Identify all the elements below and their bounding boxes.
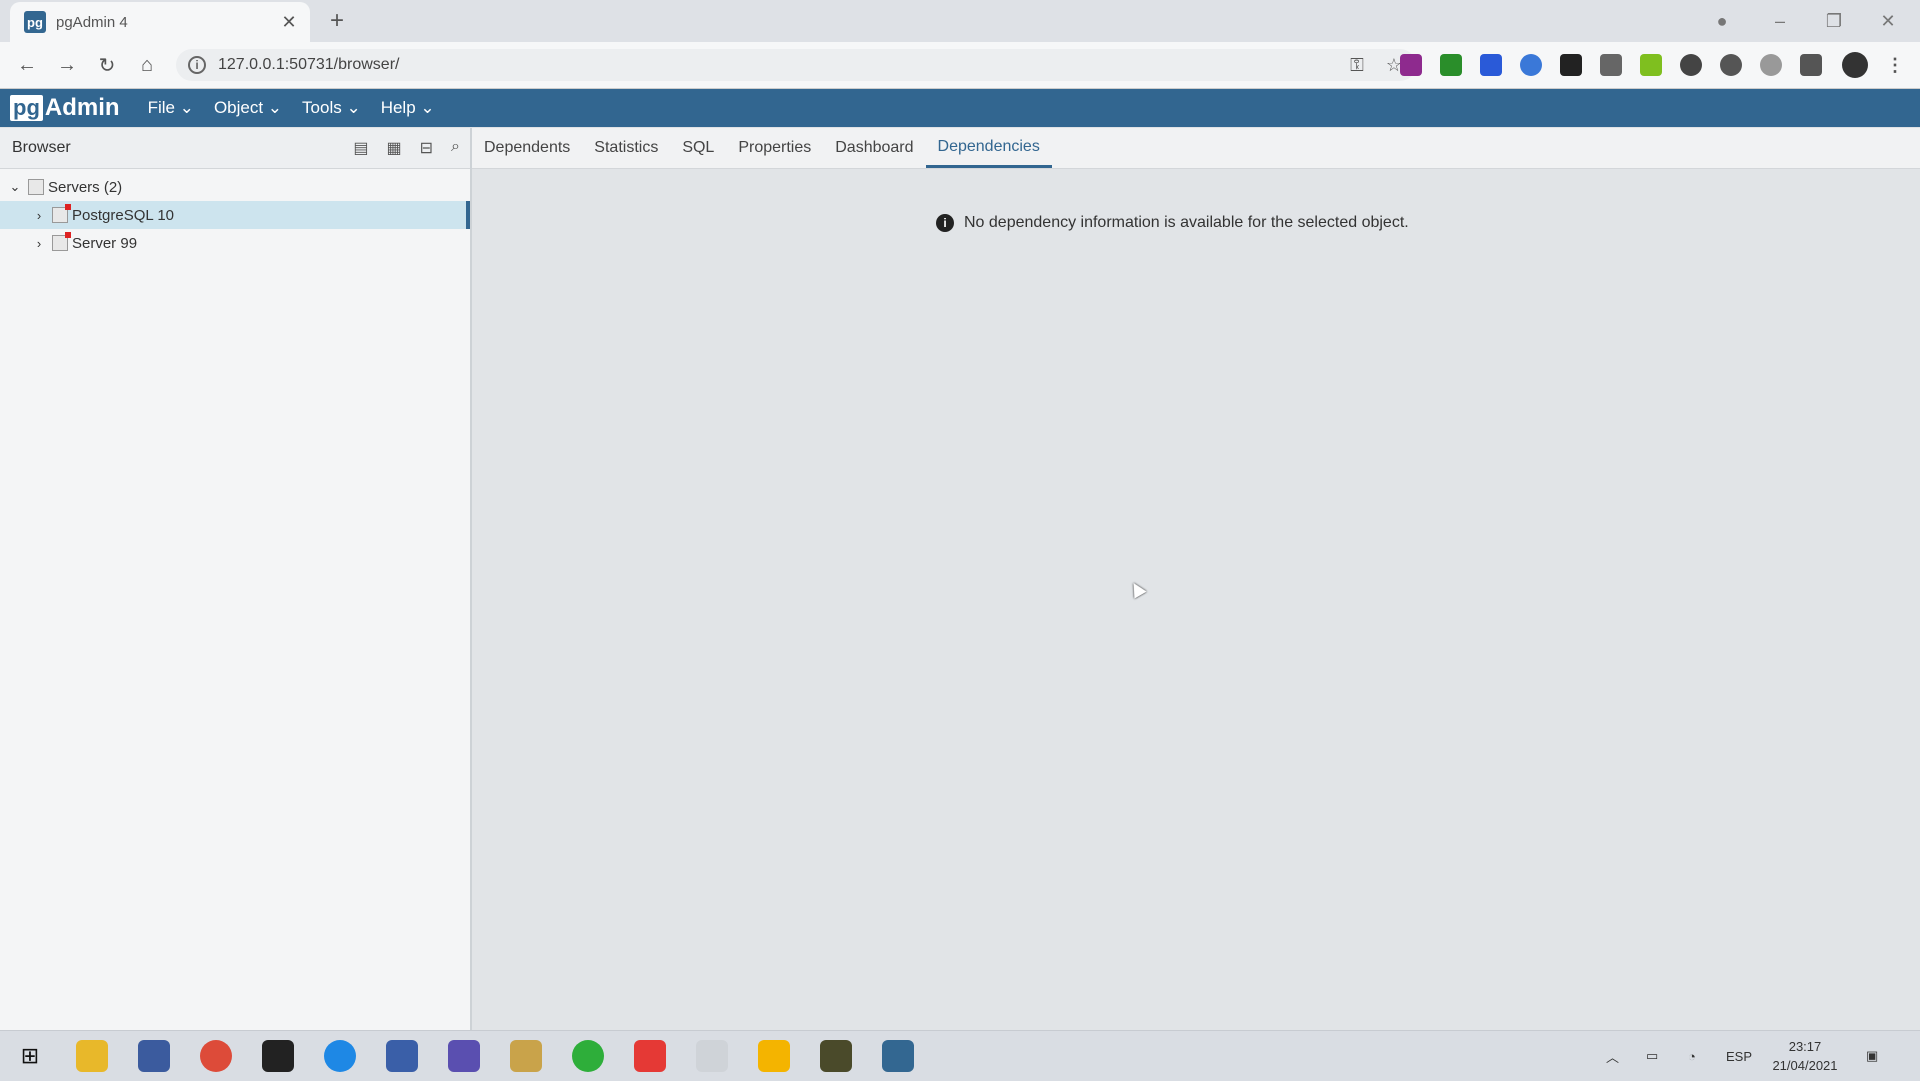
- chrome-icon[interactable]: [200, 1040, 232, 1072]
- close-tab-icon[interactable]: ✕: [278, 11, 300, 33]
- battery-icon[interactable]: ▭: [1646, 1031, 1658, 1081]
- home-icon[interactable]: ⌂: [134, 52, 160, 78]
- tray-chevron-icon[interactable]: ︿: [1606, 1031, 1619, 1081]
- extension-icon-7[interactable]: [1640, 54, 1662, 76]
- menu-tools[interactable]: Tools ⌄: [302, 98, 361, 118]
- extension-icon-2[interactable]: [1440, 54, 1462, 76]
- site-info-icon[interactable]: i: [188, 56, 206, 74]
- start-icon[interactable]: ⊞: [14, 1040, 46, 1072]
- close-window-icon[interactable]: ✕: [1870, 0, 1906, 42]
- server-disconnected-icon: [52, 232, 71, 251]
- forward-icon[interactable]: →: [54, 52, 80, 78]
- extension-icon-1[interactable]: [1400, 54, 1422, 76]
- menu-help[interactable]: Help ⌄: [381, 98, 435, 118]
- tree-node-label: PostgreSQL 10: [72, 206, 175, 224]
- browser-tab[interactable]: pg pgAdmin 4 ✕: [10, 2, 310, 42]
- menu-file[interactable]: File ⌄: [148, 98, 194, 118]
- extension-icon-9[interactable]: [1720, 54, 1742, 76]
- extension-icon-3[interactable]: [1480, 54, 1502, 76]
- tab-dependents[interactable]: Dependents: [472, 128, 582, 168]
- notifications-icon[interactable]: ▣: [1866, 1031, 1878, 1081]
- tab-properties[interactable]: Properties: [726, 128, 823, 168]
- tab-dependencies[interactable]: Dependencies: [925, 128, 1052, 168]
- extension-icon-8[interactable]: [1680, 54, 1702, 76]
- info-icon: i: [936, 214, 954, 232]
- chevron-down-icon[interactable]: ⌄: [6, 179, 24, 195]
- profile-icon[interactable]: ●: [1704, 0, 1740, 42]
- clock-date: 21/04/2021: [1772, 1058, 1838, 1073]
- pgadmin-navbar: pg Admin File ⌄ Object ⌄ Tools ⌄ Help ⌄: [0, 89, 1920, 127]
- tree-node-label: Servers (2): [48, 178, 123, 196]
- app-icon-green[interactable]: [572, 1040, 604, 1072]
- app-icon-hex[interactable]: [758, 1040, 790, 1072]
- view-data-icon[interactable]: ▦: [387, 138, 402, 158]
- url-text: 127.0.0.1:50731/browser/: [218, 56, 400, 73]
- search-icon[interactable]: ⌕: [451, 138, 460, 158]
- content-panel: Dependents Statistics SQL Properties Das…: [472, 128, 1920, 1030]
- tree-node-postgresql-10[interactable]: › PostgreSQL 10: [0, 201, 470, 229]
- app-icon-chat[interactable]: [696, 1040, 728, 1072]
- chevron-right-icon[interactable]: ›: [30, 208, 48, 223]
- clock-time: 23:17: [1788, 1039, 1822, 1054]
- content-tabs: Dependents Statistics SQL Properties Das…: [472, 128, 1920, 169]
- tab-sql[interactable]: SQL: [670, 128, 726, 168]
- terminal-icon[interactable]: [262, 1040, 294, 1072]
- url-field[interactable]: i 127.0.0.1:50731/browser/ ⚿ ☆: [176, 49, 1416, 81]
- address-bar: ← → ↻ ⌂ i 127.0.0.1:50731/browser/ ⚿ ☆ ⋮: [0, 42, 1920, 89]
- taskbar: ⊞ ︿ ▭ ◔ ESP 23:17 21/04/2021 ▣: [0, 1030, 1920, 1081]
- server-group-icon: [28, 179, 44, 195]
- extension-icon-10[interactable]: [1760, 54, 1782, 76]
- app-icon-tools[interactable]: [510, 1040, 542, 1072]
- language-indicator[interactable]: ESP: [1726, 1031, 1752, 1081]
- filter-rows-icon[interactable]: ⊟: [420, 138, 433, 158]
- app-icon-tag[interactable]: [820, 1040, 852, 1072]
- avatar[interactable]: [1842, 52, 1868, 78]
- app-icon-network[interactable]: [448, 1040, 480, 1072]
- browser-panel: Browser ▤ ▦ ⊟ ⌕ ⌄ Servers (2) › PostgreS…: [0, 128, 472, 1030]
- menu-object[interactable]: Object ⌄: [214, 98, 282, 118]
- extension-icon-5[interactable]: [1560, 54, 1582, 76]
- main-menu: File ⌄ Object ⌄ Tools ⌄ Help ⌄: [148, 98, 455, 118]
- browser-panel-header: Browser ▤ ▦ ⊟ ⌕: [0, 128, 470, 169]
- new-tab-icon[interactable]: +: [324, 7, 350, 34]
- logo-pg: pg: [10, 95, 43, 121]
- object-tree: ⌄ Servers (2) › PostgreSQL 10 › Server 9…: [0, 169, 470, 257]
- tab-dashboard[interactable]: Dashboard: [823, 128, 925, 168]
- security-app-icon[interactable]: [138, 1040, 170, 1072]
- extension-icon-4[interactable]: [1520, 54, 1542, 76]
- browser-panel-title: Browser: [12, 139, 71, 156]
- logo-admin: Admin: [44, 94, 120, 121]
- query-tool-icon[interactable]: ▤: [353, 138, 368, 158]
- network-icon[interactable]: ◔: [1688, 1031, 1696, 1081]
- tab-title: pgAdmin 4: [56, 13, 128, 31]
- edge-icon[interactable]: [324, 1040, 356, 1072]
- pgadmin-favicon: pg: [24, 11, 46, 33]
- pgadmin-taskbar-icon[interactable]: [882, 1040, 914, 1072]
- minimize-icon[interactable]: –: [1762, 0, 1798, 42]
- tree-node-servers[interactable]: ⌄ Servers (2): [0, 173, 470, 201]
- virtualbox-icon[interactable]: [386, 1040, 418, 1072]
- info-message: i No dependency information is available…: [936, 214, 1409, 232]
- tree-node-label: Server 99: [72, 234, 138, 252]
- extensions-puzzle-icon[interactable]: [1800, 54, 1822, 76]
- tree-node-server-99[interactable]: › Server 99: [0, 229, 470, 257]
- tab-statistics[interactable]: Statistics: [582, 128, 670, 168]
- app-icon-red[interactable]: [634, 1040, 666, 1072]
- server-disconnected-icon: [52, 204, 71, 223]
- file-explorer-icon[interactable]: [76, 1040, 108, 1072]
- browser-tab-strip: pg pgAdmin 4 ✕ + ● – ❐ ✕: [0, 0, 1920, 42]
- back-icon[interactable]: ←: [14, 52, 40, 78]
- maximize-icon[interactable]: ❐: [1816, 0, 1852, 42]
- extension-icon-6[interactable]: [1600, 54, 1622, 76]
- pgadmin-logo: pg Admin: [10, 94, 120, 122]
- clock[interactable]: 23:17 21/04/2021: [1762, 1037, 1848, 1075]
- key-icon[interactable]: ⚿: [1350, 55, 1364, 76]
- kebab-menu-icon[interactable]: ⋮: [1884, 54, 1906, 76]
- chevron-right-icon[interactable]: ›: [30, 236, 48, 251]
- info-message-text: No dependency information is available f…: [964, 214, 1409, 231]
- reload-icon[interactable]: ↻: [94, 52, 120, 78]
